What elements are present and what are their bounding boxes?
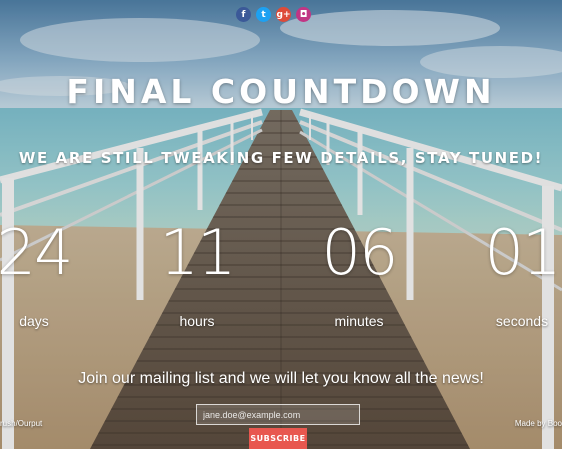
facebook-icon[interactable]: f [236, 7, 251, 22]
countdown-days-value: 24 [0, 216, 73, 289]
instagram-icon[interactable]: ◘ [296, 7, 311, 22]
twitter-icon[interactable]: t [256, 7, 271, 22]
mailing-list-text: Join our mailing list and we will let yo… [78, 370, 484, 387]
countdown-days-label: days [19, 313, 49, 329]
countdown-seconds-label: seconds [495, 313, 549, 329]
google-plus-icon[interactable]: g+ [276, 7, 291, 22]
countdown-minutes-value: 06 [321, 216, 399, 289]
subscribe-button[interactable]: SUBSCRIBE [249, 428, 307, 449]
social-links: f t g+ ◘ [236, 7, 311, 22]
footer-credit-right[interactable]: Made by Boo [515, 419, 562, 428]
countdown-seconds-value: 01 [484, 216, 562, 289]
email-field[interactable] [196, 404, 360, 425]
page-subtitle: WE ARE STILL TWEAKING FEW DETAILS, STAY … [18, 149, 544, 167]
countdown-minutes-label: minutes [334, 313, 384, 329]
page-title: FINAL COUNTDOWN [66, 72, 496, 111]
countdown-hours-label: hours [179, 313, 215, 329]
countdown-hours-value: 11 [159, 216, 237, 289]
footer-credit-left[interactable]: rush/Ourput [0, 419, 42, 428]
